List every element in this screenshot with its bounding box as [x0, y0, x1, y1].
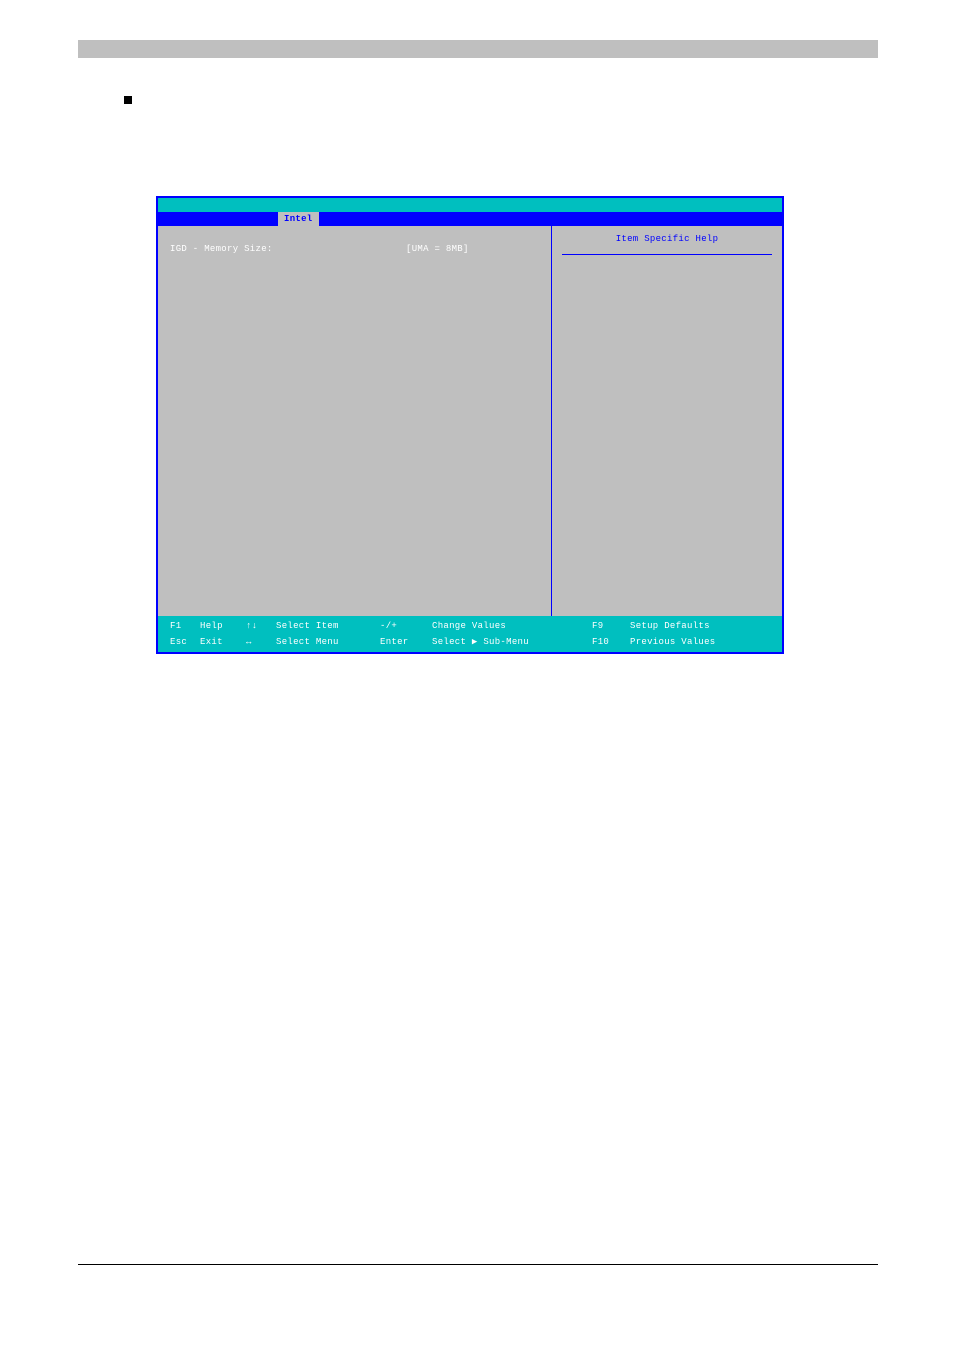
label-select-item: Select Item: [276, 621, 380, 631]
bios-help-panel: Item Specific Help: [552, 226, 782, 616]
key-minus-plus[interactable]: -/+: [380, 621, 432, 631]
key-enter[interactable]: Enter: [380, 637, 432, 647]
bios-footer: F1 Help ↑↓ Select Item -/+ Change Values…: [158, 616, 782, 652]
label-exit: Exit: [200, 637, 246, 647]
bios-help-title: Item Specific Help: [562, 234, 772, 244]
footer-row-2: Esc Exit ↔ Select Menu Enter Select ▶ Su…: [170, 636, 770, 648]
leftright-arrow-icon: ↔: [246, 637, 276, 647]
key-esc[interactable]: Esc: [170, 637, 200, 647]
setting-label: IGD - Memory Size:: [170, 244, 273, 254]
label-setup-defaults: Setup Defaults: [630, 621, 710, 631]
bios-top-bar: [158, 198, 782, 212]
key-f10[interactable]: F10: [592, 637, 630, 647]
setting-value[interactable]: [UMA = 8MB]: [406, 244, 469, 254]
page-header-bar: [78, 40, 878, 58]
bios-title-pill: Intel: [278, 212, 319, 226]
label-help: Help: [200, 621, 246, 631]
footer-row-1: F1 Help ↑↓ Select Item -/+ Change Values…: [170, 620, 770, 632]
bios-help-divider: [562, 254, 772, 255]
key-f9[interactable]: F9: [592, 621, 630, 631]
label-select-submenu: Select ▶ Sub-Menu: [432, 637, 592, 647]
label-previous-values: Previous Values: [630, 637, 716, 647]
bullet-icon: [124, 96, 132, 104]
setting-row-igd-memory[interactable]: IGD - Memory Size: [UMA = 8MB]: [170, 244, 539, 254]
page-footer-line: [78, 1264, 878, 1265]
label-select-menu: Select Menu: [276, 637, 380, 647]
bios-settings-panel: IGD - Memory Size: [UMA = 8MB]: [158, 226, 552, 616]
bios-window: Intel IGD - Memory Size: [UMA = 8MB] Ite…: [156, 196, 784, 654]
updown-arrow-icon: ↑↓: [246, 621, 276, 631]
key-f1[interactable]: F1: [170, 621, 200, 631]
bios-body: IGD - Memory Size: [UMA = 8MB] Item Spec…: [158, 226, 782, 616]
label-change-values: Change Values: [432, 621, 592, 631]
bios-title-row: Intel: [158, 212, 782, 226]
